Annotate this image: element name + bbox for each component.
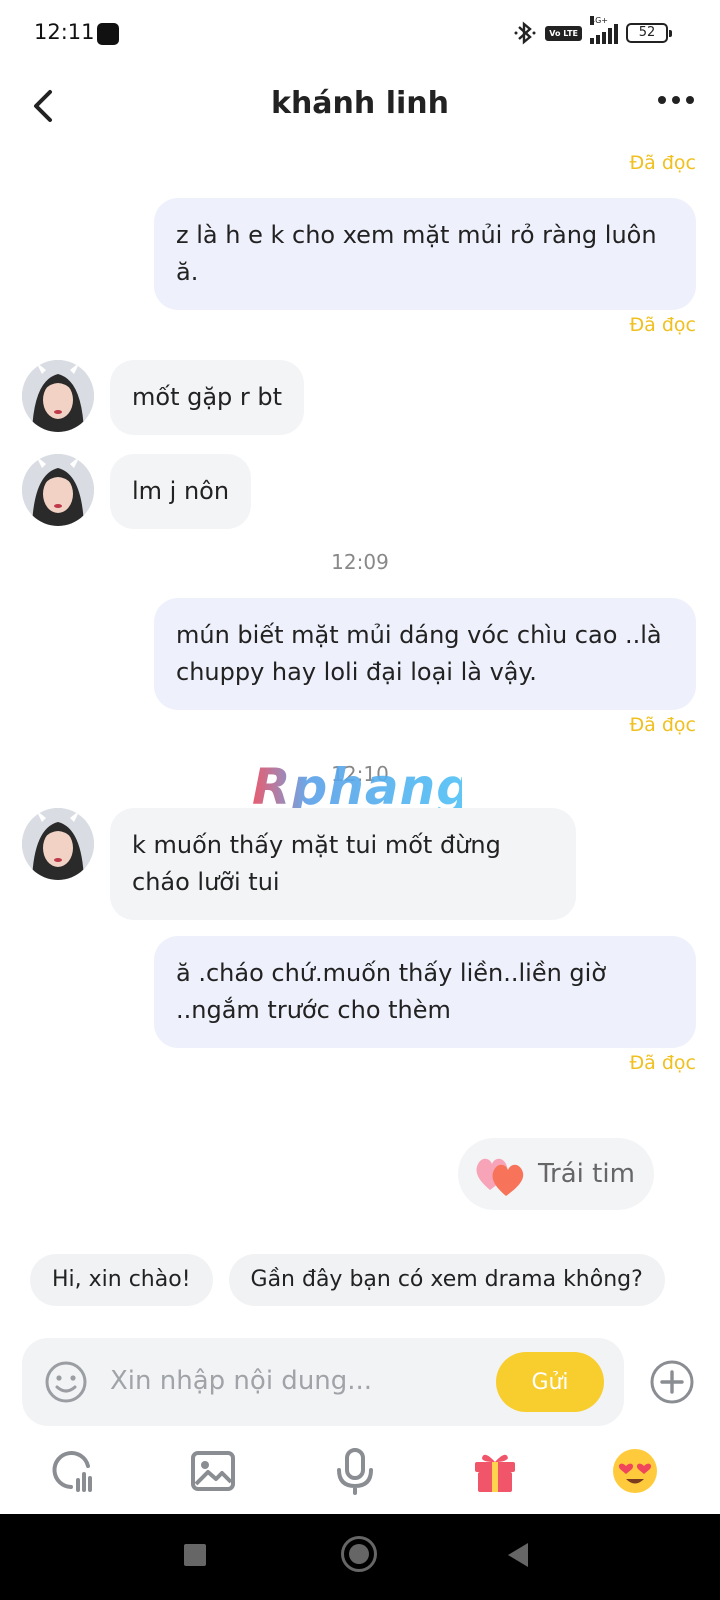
system-navigation-bar [0,1514,720,1600]
chat-toolbar [0,1440,720,1516]
send-button[interactable]: Gửi [496,1352,604,1412]
message-incoming[interactable]: mốt gặp r bt [110,360,305,435]
system-back-button[interactable] [508,1543,528,1567]
message-outgoing[interactable]: mún biết mặt mủi dáng vóc chìu cao ..là … [154,598,696,710]
status-time: 12:11 [34,20,95,44]
notification-icon [97,23,119,45]
message-timestamp: 12:09 [331,550,389,574]
chat-header: khánh linh [0,70,720,142]
voice-room-icon[interactable] [48,1446,98,1496]
signal-icon: 4G+ [590,16,618,44]
read-status: Đã đọc [629,1052,696,1074]
message-incoming[interactable]: k muốn thấy mặt tui mốt đừng cháo lưỡi t… [110,808,576,920]
avatar[interactable] [22,454,94,526]
avatar[interactable] [22,808,94,880]
message-list[interactable]: Đã đọc z là h e k cho xem mặt mủi rỏ ràn… [0,142,720,1232]
read-status: Đã đọc [629,152,696,174]
avatar[interactable] [22,360,94,432]
heart-eyes-emoji-icon[interactable] [610,1446,660,1496]
message-outgoing[interactable]: z là h e k cho xem mặt mủi rỏ ràng luôn … [154,198,696,310]
chat-title: khánh linh [271,86,449,121]
more-options-button[interactable] [658,96,694,104]
gift-icon[interactable] [470,1446,520,1496]
heart-reaction-chip[interactable]: Trái tim [458,1138,654,1210]
image-icon[interactable] [188,1446,238,1496]
quick-reply-chip[interactable]: Hi, xin chào! [30,1254,213,1306]
status-bar: 12:11 Vo LTE 4G+ 52 [0,0,720,70]
status-icons: Vo LTE 4G+ 52 [513,16,672,46]
message-incoming[interactable]: lm j nôn [110,454,252,529]
quick-reply-chip[interactable]: Gần đây bạn có xem drama không? [228,1254,665,1306]
heart-icon [476,1158,524,1196]
battery-icon: 52 [626,23,672,43]
microphone-icon[interactable] [330,1446,380,1496]
volte-icon: Vo LTE [545,25,582,41]
message-composer: Gửi [22,1338,624,1426]
recent-apps-button[interactable] [184,1544,206,1566]
message-input[interactable] [110,1356,400,1406]
quick-replies: Hi, xin chào! Gần đây bạn có xem drama k… [30,1254,665,1306]
emoji-icon[interactable] [44,1360,88,1404]
bluetooth-icon [514,21,536,45]
add-icon[interactable] [648,1358,696,1406]
message-outgoing[interactable]: ă .cháo chứ.muốn thấy liền..liền giờ ..n… [154,936,696,1048]
home-button[interactable] [341,1536,377,1572]
read-status: Đã đọc [629,314,696,336]
heart-reaction-label: Trái tim [538,1159,635,1189]
read-status: Đã đọc [629,714,696,736]
